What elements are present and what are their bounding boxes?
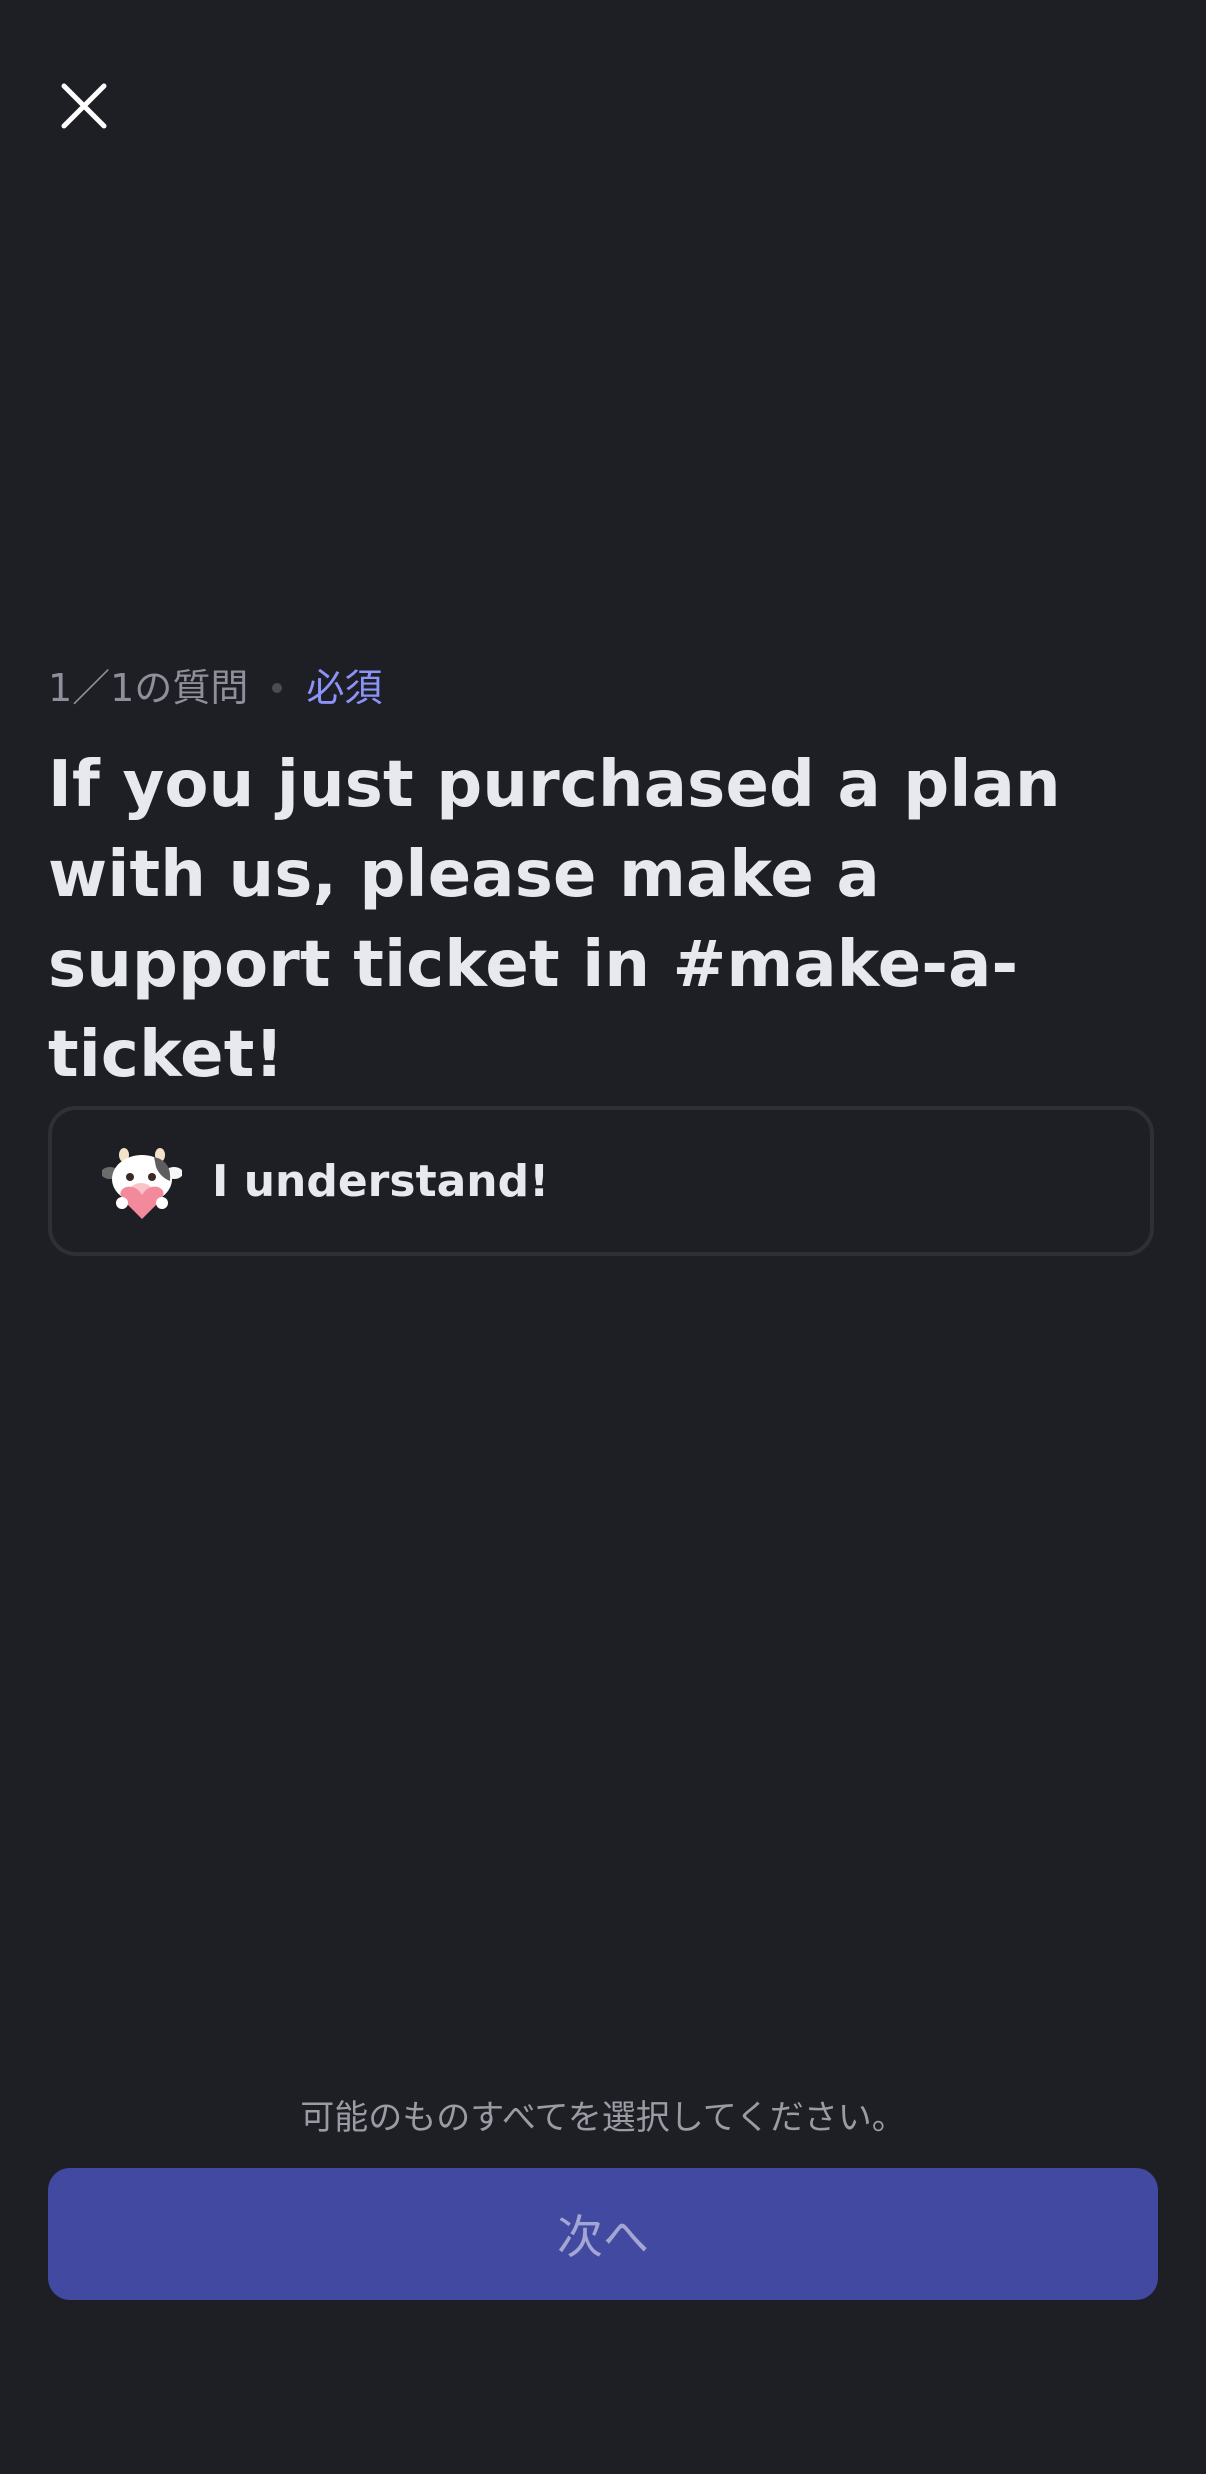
option-label: I understand! <box>212 1155 550 1207</box>
question-count: 1／1の質問 <box>48 666 249 710</box>
selection-hint: 可能のものすべてを選択してください。 <box>300 2098 906 2138</box>
close-button[interactable] <box>48 70 120 142</box>
question-title: If you just purchased a plan with us, pl… <box>48 748 1061 1092</box>
required-label: 必須 <box>306 666 383 710</box>
question-meta: 1／1の質問 必須 <box>48 660 382 716</box>
separator-dot <box>272 683 283 693</box>
option-i-understand[interactable]: I understand! <box>48 1106 1154 1256</box>
onboarding-question-screen: 1／1の質問 必須 If you just purchased a plan w… <box>0 0 1206 2474</box>
cow-heart-emoji-icon <box>102 1148 182 1219</box>
next-button[interactable]: 次へ <box>48 2168 1158 2300</box>
close-icon <box>61 83 107 129</box>
